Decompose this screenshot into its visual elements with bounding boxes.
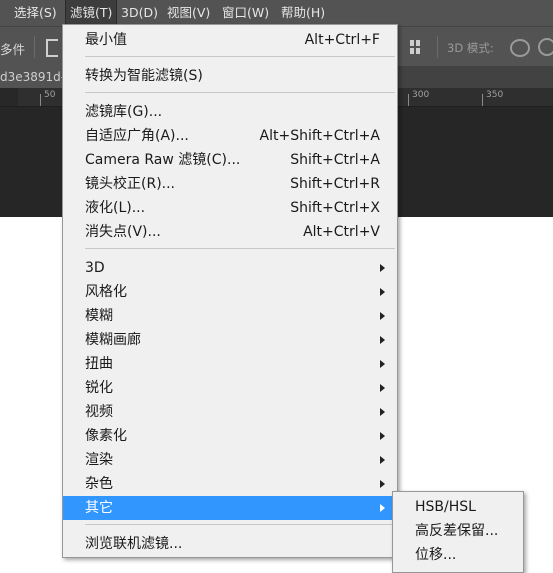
menu-item-other[interactable]: 其它 xyxy=(63,496,397,520)
menu-item-blur[interactable]: 模糊 xyxy=(63,304,397,328)
menu-item-label: 最小值 xyxy=(85,32,127,48)
menu-item-distort[interactable]: 扭曲 xyxy=(63,352,397,376)
menu-item-label: 转换为智能滤镜(S) xyxy=(85,68,203,84)
menu-item-filter-gallery[interactable]: 滤镜库(G)... xyxy=(63,100,397,124)
menu-item-shortcut: Alt+Ctrl+F xyxy=(304,32,380,48)
menu-item-shortcut: Shift+Ctrl+R xyxy=(290,176,380,192)
menu-item-label: 模糊画廊 xyxy=(85,332,141,348)
menu-item-video[interactable]: 视频 xyxy=(63,400,397,424)
menu-item-label: 浏览联机滤镜... xyxy=(85,536,183,552)
submenu-arrow-icon xyxy=(380,360,385,368)
ruler-label-300: 300 xyxy=(412,90,430,100)
menu-item-blur-gallery[interactable]: 模糊画廊 xyxy=(63,328,397,352)
menu-item-render[interactable]: 渲染 xyxy=(63,448,397,472)
menu-item-shortcut: Shift+Ctrl+X xyxy=(290,200,380,216)
menu-item-adaptive-wide-angle[interactable]: 自适应广角(A)... Alt+Shift+Ctrl+A xyxy=(63,124,397,148)
roll-3d-icon[interactable] xyxy=(538,38,553,56)
menu-window[interactable]: 窗口(W) xyxy=(222,0,269,26)
orbit-3d-icon[interactable] xyxy=(510,39,530,57)
menu-item-label: 3D xyxy=(85,260,105,276)
menu-help[interactable]: 帮助(H) xyxy=(281,0,325,26)
menu-separator xyxy=(85,524,395,525)
menu-item-shortcut: Alt+Shift+Ctrl+A xyxy=(259,128,380,144)
menu-item-3d[interactable]: 3D xyxy=(63,256,397,280)
menu-item-shortcut: Shift+Ctrl+A xyxy=(290,152,380,168)
options-divider-2 xyxy=(437,36,438,58)
menu-item-label: 消失点(V)... xyxy=(85,224,161,240)
submenu-arrow-icon xyxy=(380,336,385,344)
options-divider xyxy=(34,36,35,58)
menu-item-label: 高反差保留... xyxy=(415,523,499,539)
menu-item-label: 滤镜库(G)... xyxy=(85,104,163,120)
ruler-label-350: 350 xyxy=(486,90,504,100)
submenu-arrow-icon xyxy=(380,288,385,296)
menu-separator xyxy=(85,56,395,57)
menu-item-label: 风格化 xyxy=(85,284,127,300)
submenu-arrow-icon xyxy=(380,312,385,320)
menu-item-label: 位移... xyxy=(415,547,457,563)
menu-item-vanishing-point[interactable]: 消失点(V)... Alt+Ctrl+V xyxy=(63,220,397,244)
menubar: 选择(S) 滤镜(T) 3D(D) 视图(V) 窗口(W) 帮助(H) xyxy=(0,0,553,27)
submenu-item-offset[interactable]: 位移... xyxy=(393,543,523,567)
submenu-arrow-icon xyxy=(380,432,385,440)
menu-separator xyxy=(85,248,395,249)
ruler-tick xyxy=(482,94,483,106)
other-submenu: HSB/HSL 高反差保留... 位移... xyxy=(392,491,524,573)
menu-item-liquify[interactable]: 液化(L)... Shift+Ctrl+X xyxy=(63,196,397,220)
menu-item-pixelate[interactable]: 像素化 xyxy=(63,424,397,448)
menu-view[interactable]: 视图(V) xyxy=(167,0,210,26)
menu-item-label: 渲染 xyxy=(85,452,113,468)
submenu-arrow-icon xyxy=(380,408,385,416)
menu-item-label: 镜头校正(R)... xyxy=(85,176,176,192)
menu-3d[interactable]: 3D(D) xyxy=(121,0,158,26)
ruler-corner xyxy=(0,88,18,106)
3d-mode-label: 3D 模式: xyxy=(447,41,494,55)
submenu-arrow-icon xyxy=(380,480,385,488)
menu-item-convert-smart-filter[interactable]: 转换为智能滤镜(S) xyxy=(63,64,397,88)
menu-item-label: 视频 xyxy=(85,404,113,420)
distribute-icon[interactable] xyxy=(410,40,422,54)
menu-item-browse-online-filters[interactable]: 浏览联机滤镜... xyxy=(63,532,397,556)
menu-item-camera-raw[interactable]: Camera Raw 滤镜(C)... Shift+Ctrl+A xyxy=(63,148,397,172)
filter-menu: 最小值 Alt+Ctrl+F 转换为智能滤镜(S) 滤镜库(G)... 自适应广… xyxy=(62,24,398,558)
menu-item-label: 液化(L)... xyxy=(85,200,146,216)
submenu-arrow-icon xyxy=(380,384,385,392)
menu-item-stylize[interactable]: 风格化 xyxy=(63,280,397,304)
menu-item-label: 锐化 xyxy=(85,380,113,396)
menu-item-label: 扭曲 xyxy=(85,356,113,372)
menu-item-lens-correction[interactable]: 镜头校正(R)... Shift+Ctrl+R xyxy=(63,172,397,196)
menu-item-minimum[interactable]: 最小值 Alt+Ctrl+F xyxy=(63,28,397,52)
menu-item-label: 自适应广角(A)... xyxy=(85,128,189,144)
align-icon[interactable] xyxy=(46,39,58,57)
menu-item-noise[interactable]: 杂色 xyxy=(63,472,397,496)
submenu-arrow-icon xyxy=(380,264,385,272)
menu-separator xyxy=(85,92,395,93)
menu-item-label: 像素化 xyxy=(85,428,127,444)
ruler-tick xyxy=(40,94,41,106)
submenu-arrow-icon xyxy=(380,504,385,512)
ruler-label-50: 50 xyxy=(44,90,56,100)
ruler-tick xyxy=(408,94,409,106)
submenu-item-hsb-hsl[interactable]: HSB/HSL xyxy=(393,495,523,519)
options-left-label: 多件 xyxy=(0,42,26,57)
menu-item-label: Camera Raw 滤镜(C)... xyxy=(85,152,241,168)
menu-item-sharpen[interactable]: 锐化 xyxy=(63,376,397,400)
menu-item-label: HSB/HSL xyxy=(415,499,476,515)
menu-item-label: 其它 xyxy=(85,500,113,516)
menu-item-label: 杂色 xyxy=(85,476,113,492)
menu-select[interactable]: 选择(S) xyxy=(14,0,57,26)
menu-filter[interactable]: 滤镜(T) xyxy=(64,0,118,27)
submenu-item-high-pass[interactable]: 高反差保留... xyxy=(393,519,523,543)
menu-item-shortcut: Alt+Ctrl+V xyxy=(303,224,380,240)
menu-item-label: 模糊 xyxy=(85,308,113,324)
submenu-arrow-icon xyxy=(380,456,385,464)
